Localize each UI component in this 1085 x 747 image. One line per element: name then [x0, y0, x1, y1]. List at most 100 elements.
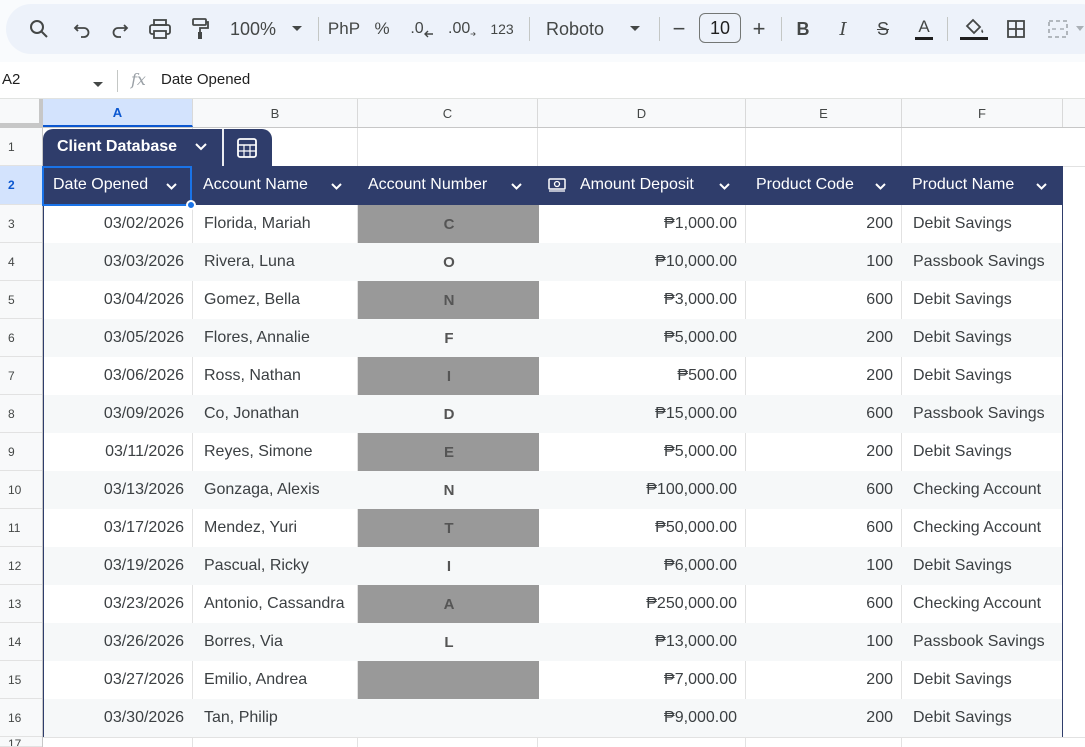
undo-icon[interactable] [70, 4, 94, 54]
cell-product-code[interactable]: 600 [747, 281, 903, 319]
row-header[interactable]: 12 [0, 547, 42, 585]
cell-amount-deposit[interactable]: ₱13,000.00 [539, 623, 747, 661]
cell-account-name[interactable]: Gonzaga, Alexis [194, 471, 359, 509]
cell-date-opened[interactable]: 03/04/2026 [44, 281, 194, 319]
cell-date-opened[interactable]: 03/13/2026 [44, 471, 194, 509]
cell-product-name[interactable]: Debit Savings [903, 699, 1064, 737]
row-header[interactable]: 17 [0, 737, 42, 747]
cell-amount-deposit[interactable]: ₱100,000.00 [539, 471, 747, 509]
name-box[interactable]: A2 [2, 71, 20, 88]
cell-account-number[interactable] [359, 661, 539, 699]
cell-account-number[interactable]: D [359, 395, 539, 433]
percent-format-button[interactable]: % [373, 4, 391, 54]
row-header[interactable]: 15 [0, 661, 42, 699]
cell-account-name[interactable]: Co, Jonathan [194, 395, 359, 433]
chevron-down-icon[interactable] [330, 180, 343, 198]
column-header-f[interactable]: F [902, 99, 1063, 127]
decrease-font-size-button[interactable]: − [670, 4, 688, 54]
cell-account-name[interactable]: Flores, Annalie [194, 319, 359, 357]
chevron-down-icon[interactable] [718, 180, 731, 198]
cell-date-opened[interactable]: 03/17/2026 [44, 509, 194, 547]
column-header-a[interactable]: A [43, 99, 193, 127]
row-header[interactable]: 1 [0, 128, 42, 166]
cell-account-number[interactable]: I [359, 357, 539, 395]
cell-product-name[interactable]: Checking Account [903, 471, 1064, 509]
cell-account-name[interactable]: Reyes, Simone [194, 433, 359, 471]
cell-product-code[interactable]: 200 [747, 205, 903, 243]
cell-account-number[interactable]: E [359, 433, 539, 471]
currency-format-button[interactable]: PhP [327, 4, 361, 54]
cell-product-name[interactable]: Debit Savings [903, 319, 1064, 357]
text-color-button[interactable]: A [912, 4, 936, 54]
chevron-down-icon[interactable] [1035, 180, 1048, 198]
cell-account-number[interactable]: A [359, 585, 539, 623]
name-box-dropdown-icon[interactable] [92, 76, 104, 94]
cell-date-opened[interactable]: 03/23/2026 [44, 585, 194, 623]
chevron-down-icon[interactable] [510, 180, 523, 198]
cell-account-number[interactable]: O [359, 243, 539, 281]
search-menus-icon[interactable] [26, 4, 52, 54]
cell-product-name[interactable]: Debit Savings [903, 547, 1064, 585]
row-header[interactable]: 7 [0, 357, 42, 395]
cell-product-code[interactable]: 600 [747, 395, 903, 433]
cell-date-opened[interactable]: 03/05/2026 [44, 319, 194, 357]
chevron-down-icon[interactable] [874, 180, 887, 198]
cell-date-opened[interactable]: 03/19/2026 [44, 547, 194, 585]
table-header-amount-deposit[interactable]: Amount Deposit [538, 166, 746, 205]
cell-product-code[interactable]: 200 [747, 433, 903, 471]
paint-format-icon[interactable] [188, 4, 212, 54]
chevron-down-icon[interactable] [194, 140, 208, 159]
cell-product-code[interactable]: 600 [747, 509, 903, 547]
merge-dropdown-icon[interactable] [1074, 4, 1085, 54]
cell-product-name[interactable]: Debit Savings [903, 281, 1064, 319]
increase-decimal-button[interactable]: .00 [448, 4, 476, 54]
table-name-chip[interactable]: Client Database [43, 129, 272, 166]
cell-account-number[interactable] [359, 699, 539, 737]
row-header[interactable]: 9 [0, 433, 42, 471]
cell-product-name[interactable]: Debit Savings [903, 433, 1064, 471]
cell-account-name[interactable]: Gomez, Bella [194, 281, 359, 319]
cell-account-name[interactable]: Pascual, Ricky [194, 547, 359, 585]
cell-account-name[interactable]: Rivera, Luna [194, 243, 359, 281]
cell-account-name[interactable]: Antonio, Cassandra [194, 585, 359, 623]
cell-date-opened[interactable]: 03/02/2026 [44, 205, 194, 243]
cell-account-name[interactable]: Emilio, Andrea [194, 661, 359, 699]
row-header[interactable]: 10 [0, 471, 42, 509]
cell-product-name[interactable]: Checking Account [903, 585, 1064, 623]
cell-account-number[interactable]: L [359, 623, 539, 661]
column-header-e[interactable]: E [746, 99, 902, 127]
font-select[interactable]: Roboto [546, 4, 608, 54]
decrease-decimal-button[interactable]: .0 [410, 4, 434, 54]
table-calculator-icon[interactable] [236, 137, 258, 164]
cell-product-code[interactable]: 200 [747, 357, 903, 395]
cell-account-name[interactable]: Mendez, Yuri [194, 509, 359, 547]
strikethrough-button[interactable]: S [872, 4, 894, 54]
borders-icon[interactable] [1004, 4, 1028, 54]
bold-button[interactable]: B [794, 4, 812, 54]
column-header-d[interactable]: D [538, 99, 746, 127]
cell-date-opened[interactable]: 03/26/2026 [44, 623, 194, 661]
cell-amount-deposit[interactable]: ₱1,000.00 [539, 205, 747, 243]
cell-product-code[interactable]: 200 [747, 699, 903, 737]
cell-product-name[interactable]: Debit Savings [903, 205, 1064, 243]
column-header-c[interactable]: C [358, 99, 538, 127]
cell-amount-deposit[interactable]: ₱250,000.00 [539, 585, 747, 623]
cell-product-name[interactable]: Passbook Savings [903, 243, 1064, 281]
formula-input[interactable]: Date Opened [161, 71, 250, 88]
print-icon[interactable] [148, 4, 172, 54]
row-header[interactable]: 16 [0, 699, 42, 737]
column-header-b[interactable]: B [193, 99, 358, 127]
table-header-account-name[interactable]: Account Name [193, 166, 358, 205]
cell-product-code[interactable]: 100 [747, 243, 903, 281]
cell-product-code[interactable]: 200 [747, 319, 903, 357]
cell-account-number[interactable]: T [359, 509, 539, 547]
cell-product-code[interactable]: 100 [747, 623, 903, 661]
table-header-product-name[interactable]: Product Name [902, 166, 1063, 205]
cell-date-opened[interactable]: 03/03/2026 [44, 243, 194, 281]
increase-font-size-button[interactable]: + [749, 4, 769, 54]
cell-product-name[interactable]: Debit Savings [903, 661, 1064, 699]
row-header[interactable]: 5 [0, 281, 42, 319]
cell-amount-deposit[interactable]: ₱6,000.00 [539, 547, 747, 585]
more-formats-button[interactable]: 123 [488, 4, 516, 54]
cell-account-name[interactable]: Borres, Via [194, 623, 359, 661]
